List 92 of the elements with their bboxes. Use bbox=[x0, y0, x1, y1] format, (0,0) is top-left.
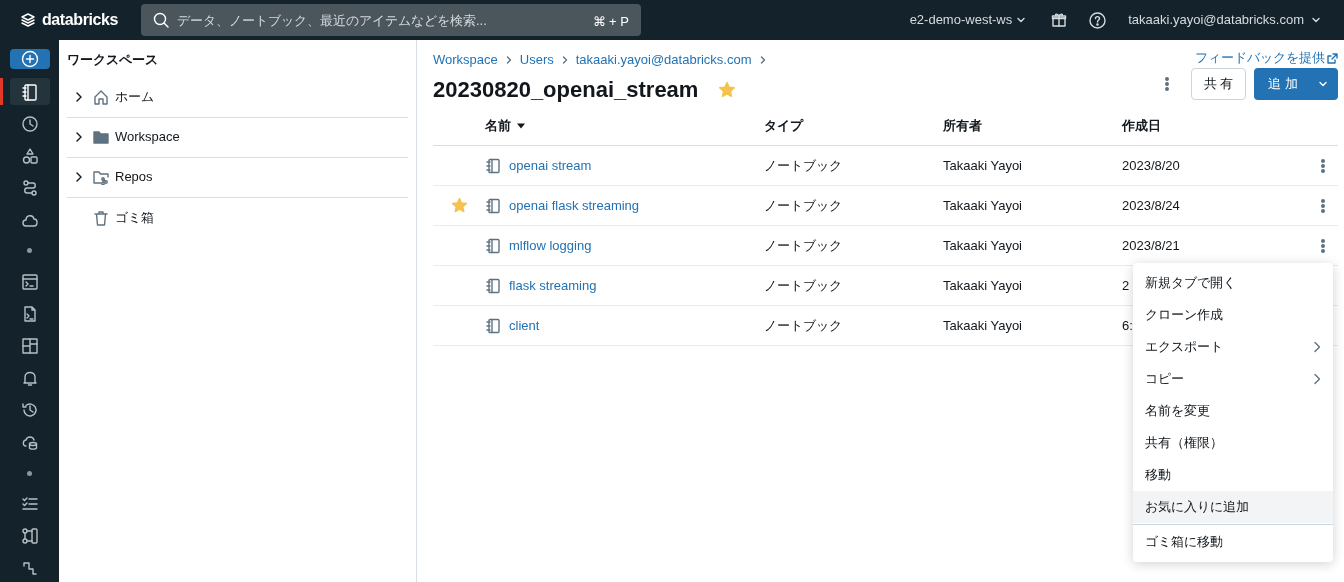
chevron-right-icon bbox=[1313, 341, 1321, 353]
chevron-down-icon bbox=[1017, 16, 1026, 24]
terminal-icon bbox=[20, 273, 39, 292]
notebook-icon bbox=[485, 317, 501, 334]
chevron-right-icon bbox=[505, 56, 512, 64]
notebook-icon bbox=[485, 237, 501, 254]
notebook-link[interactable]: flask streaming bbox=[509, 275, 597, 296]
plus-circle-icon bbox=[20, 50, 39, 69]
notebook-icon bbox=[20, 82, 39, 101]
notebook-link[interactable]: mlflow logging bbox=[509, 235, 592, 256]
pipeline-icon bbox=[20, 559, 39, 578]
breadcrumb-link[interactable]: takaaki.yayoi@databricks.com bbox=[575, 50, 752, 70]
help-icon[interactable] bbox=[1089, 11, 1107, 29]
menu-item[interactable]: 移動 bbox=[1133, 459, 1333, 491]
dashboard-icon bbox=[20, 337, 39, 356]
cloud-database-icon bbox=[20, 433, 39, 452]
tree-item[interactable]: Repos bbox=[67, 157, 408, 198]
nav-item[interactable] bbox=[9, 78, 50, 106]
type-cell-text: ノートブック bbox=[764, 156, 842, 175]
shapes-icon bbox=[20, 146, 39, 165]
clock-icon bbox=[20, 114, 39, 133]
logo-text: databricks bbox=[42, 10, 119, 30]
type-cell-text: ノートブック bbox=[764, 276, 842, 295]
column-header: 所有者 bbox=[943, 116, 982, 135]
history-icon bbox=[20, 401, 39, 420]
column-header: 名前 bbox=[485, 116, 511, 135]
workflow-icon bbox=[20, 178, 39, 197]
date-cell-text: 6: bbox=[1122, 316, 1133, 335]
trash-icon bbox=[93, 209, 109, 226]
owner-cell-text: Takaaki Yayoi bbox=[943, 276, 1022, 295]
page-title: 20230820_openai_stream bbox=[433, 76, 699, 104]
star-icon[interactable] bbox=[718, 80, 737, 99]
home-icon bbox=[93, 89, 109, 105]
type-cell-text: ノートブック bbox=[764, 316, 842, 335]
notebook-icon bbox=[485, 197, 501, 214]
chevron-right-icon bbox=[75, 172, 83, 182]
menu-item[interactable]: ゴミ箱に移動 bbox=[1133, 526, 1333, 558]
date-cell-text: 2 bbox=[1122, 276, 1130, 295]
breadcrumb-link[interactable]: Workspace bbox=[433, 50, 498, 70]
chevron-down-icon bbox=[1318, 79, 1328, 89]
notebook-link[interactable]: client bbox=[509, 315, 540, 336]
folder-icon bbox=[93, 129, 109, 145]
new-button[interactable] bbox=[9, 49, 50, 70]
owner-cell-text: Takaaki Yayoi bbox=[943, 316, 1022, 335]
notebook-icon bbox=[485, 157, 501, 174]
owner-cell-text: Takaaki Yayoi bbox=[943, 156, 1022, 175]
chevron-right-icon bbox=[759, 56, 766, 64]
nodes-icon bbox=[20, 527, 39, 546]
menu-item[interactable]: エクスポート bbox=[1133, 331, 1333, 363]
type-cell-text: ノートブック bbox=[764, 196, 842, 215]
user-menu[interactable]: takaaki.yayoi@databricks.com bbox=[1128, 10, 1320, 30]
menu-item[interactable]: 共有（権限） bbox=[1133, 427, 1333, 459]
chevron-right-icon bbox=[75, 92, 83, 102]
chevron-right-icon bbox=[1313, 373, 1321, 385]
menu-item[interactable]: コピー bbox=[1133, 363, 1333, 395]
repo-folder-icon bbox=[93, 169, 109, 185]
chevron-right-icon bbox=[561, 56, 568, 64]
add-button[interactable]: 追 加 bbox=[1254, 68, 1338, 100]
date-cell-text: 2023/8/21 bbox=[1122, 236, 1180, 255]
panel-title: ワークスペース bbox=[67, 51, 159, 69]
column-header: 作成日 bbox=[1122, 116, 1161, 135]
external-link-icon bbox=[1327, 52, 1338, 64]
search-icon bbox=[153, 12, 169, 28]
sort-icon[interactable] bbox=[517, 121, 525, 130]
type-cell-text: ノートブック bbox=[764, 236, 842, 255]
tree-item[interactable]: ホーム bbox=[67, 77, 408, 118]
layers-icon bbox=[20, 12, 36, 28]
date-cell-text: 2023/8/20 bbox=[1122, 156, 1180, 175]
menu-item[interactable]: 名前を変更 bbox=[1133, 395, 1333, 427]
feedback-link[interactable]: フィードバックを提供 bbox=[1195, 50, 1338, 66]
owner-cell-text: Takaaki Yayoi bbox=[943, 196, 1022, 215]
notebook-icon bbox=[485, 277, 501, 294]
chevron-down-icon bbox=[1312, 16, 1320, 24]
shortcut-hint: ⌘ + P bbox=[592, 13, 629, 31]
breadcrumb-link[interactable]: Users bbox=[519, 50, 554, 70]
owner-cell-text: Takaaki Yayoi bbox=[943, 236, 1022, 255]
star-icon[interactable] bbox=[450, 197, 468, 214]
column-header: タイプ bbox=[764, 116, 803, 135]
notebook-link[interactable]: openai flask streaming bbox=[509, 195, 640, 216]
chevron-right-icon bbox=[75, 132, 83, 142]
active-indicator bbox=[0, 78, 3, 106]
menu-item[interactable]: 新規タブで開く bbox=[1133, 267, 1333, 299]
share-button[interactable]: 共 有 bbox=[1190, 68, 1247, 100]
workspace-selector[interactable]: e2-demo-west-ws bbox=[909, 10, 1026, 30]
tree-item[interactable]: ゴミ箱 bbox=[67, 197, 408, 238]
notebook-link[interactable]: openai stream bbox=[509, 155, 592, 176]
date-cell-text: 2023/8/24 bbox=[1122, 196, 1180, 215]
gift-icon[interactable] bbox=[1051, 12, 1068, 28]
menu-item[interactable]: クローン作成 bbox=[1133, 299, 1333, 331]
tree-item[interactable]: Workspace bbox=[67, 117, 408, 158]
bell-icon bbox=[20, 369, 39, 388]
menu-item[interactable]: お気に入りに追加 bbox=[1133, 491, 1333, 523]
